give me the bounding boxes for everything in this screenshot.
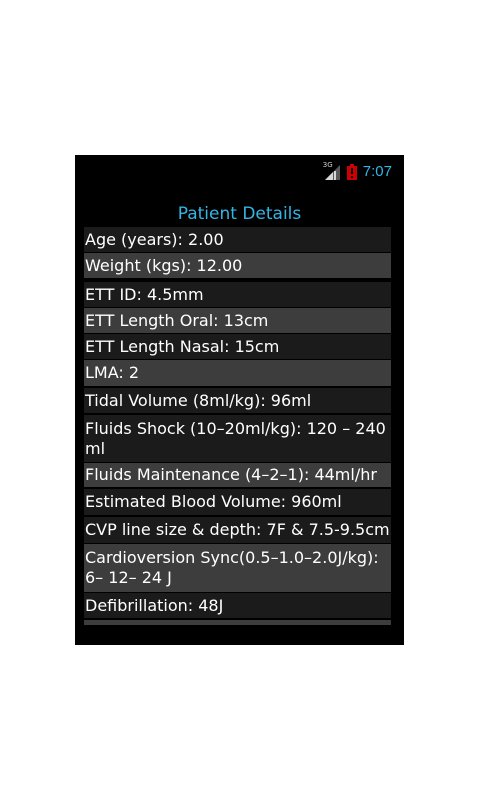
detail-row[interactable]: ETT Length Oral: 13cm (84, 308, 391, 333)
detail-text: Fluids Shock (10–20ml/kg): 120 – 240 (85, 418, 386, 438)
detail-text: LMA: 2 (85, 363, 140, 382)
detail-row[interactable]: Defibrillation: 48J (84, 593, 391, 618)
detail-row[interactable]: Cardioversion Sync(0.5–1.0–2.0J/kg): 6– 1… (84, 544, 391, 592)
detail-row[interactable]: Fluids Shock (10–20ml/kg): 120 – 240 ml (84, 415, 391, 462)
detail-text: Fluids Maintenance (4–2–1): 44ml/hr (85, 465, 377, 484)
detail-row[interactable]: CVP line size & depth: 7F & 7.5-9.5cm (84, 517, 391, 543)
detail-text: ETT Length Oral: 13cm (85, 310, 269, 330)
page-title: Patient Details (177, 204, 302, 224)
detail-text: Defibrillation: 48J (85, 595, 224, 615)
detail-row[interactable]: Weight (kgs): 12.00 (84, 253, 391, 278)
detail-text: Tidal Volume (8ml/kg): 96ml (85, 390, 312, 410)
detail-row[interactable]: LMA: 2 (84, 360, 391, 386)
detail-row[interactable]: ETT ID: 4.5mm (84, 282, 391, 307)
detail-text: ml (85, 438, 106, 458)
patient-details-list: Age (years): 2.00 Weight (kgs): 12.00 ETT … (84, 227, 391, 625)
detail-row[interactable]: Age (years): 2.00 (84, 227, 391, 252)
network-type-label: 3G (322, 161, 333, 169)
phone-screen: 3G 7:07 Patient Details Age (years): 2.0… (75, 155, 404, 645)
cell-signal-icon: 3G (322, 161, 341, 181)
status-clock: 7:07 (362, 163, 392, 180)
detail-row[interactable]: ETT Length Nasal: 15cm (84, 334, 391, 359)
detail-row[interactable] (84, 620, 391, 625)
battery-alert-icon (346, 164, 357, 180)
detail-row[interactable]: Tidal Volume (8ml/kg): 96ml (84, 388, 391, 413)
detail-text: 6– 12– 24 J (85, 568, 172, 587)
detail-text: Estimated Blood Volume: 960ml (85, 492, 342, 511)
detail-text: Cardioversion Sync(0.5–1.0–2.0J/kg): (85, 548, 379, 567)
detail-text: ETT Length Nasal: 15cm (85, 336, 280, 356)
detail-text: ETT ID: 4.5mm (85, 284, 204, 304)
detail-text: Weight (kgs): 12.00 (85, 255, 243, 275)
detail-row[interactable]: Fluids Maintenance (4–2–1): 44ml/hr (84, 463, 391, 487)
status-icons: 3G 7:07 (322, 161, 392, 181)
detail-text: Age (years): 2.00 (85, 229, 224, 249)
detail-text: CVP line size & depth: 7F & 7.5-9.5cm (85, 520, 390, 539)
status-bar: 3G 7:07 (75, 155, 404, 189)
detail-row[interactable]: Estimated Blood Volume: 960ml (84, 489, 391, 515)
